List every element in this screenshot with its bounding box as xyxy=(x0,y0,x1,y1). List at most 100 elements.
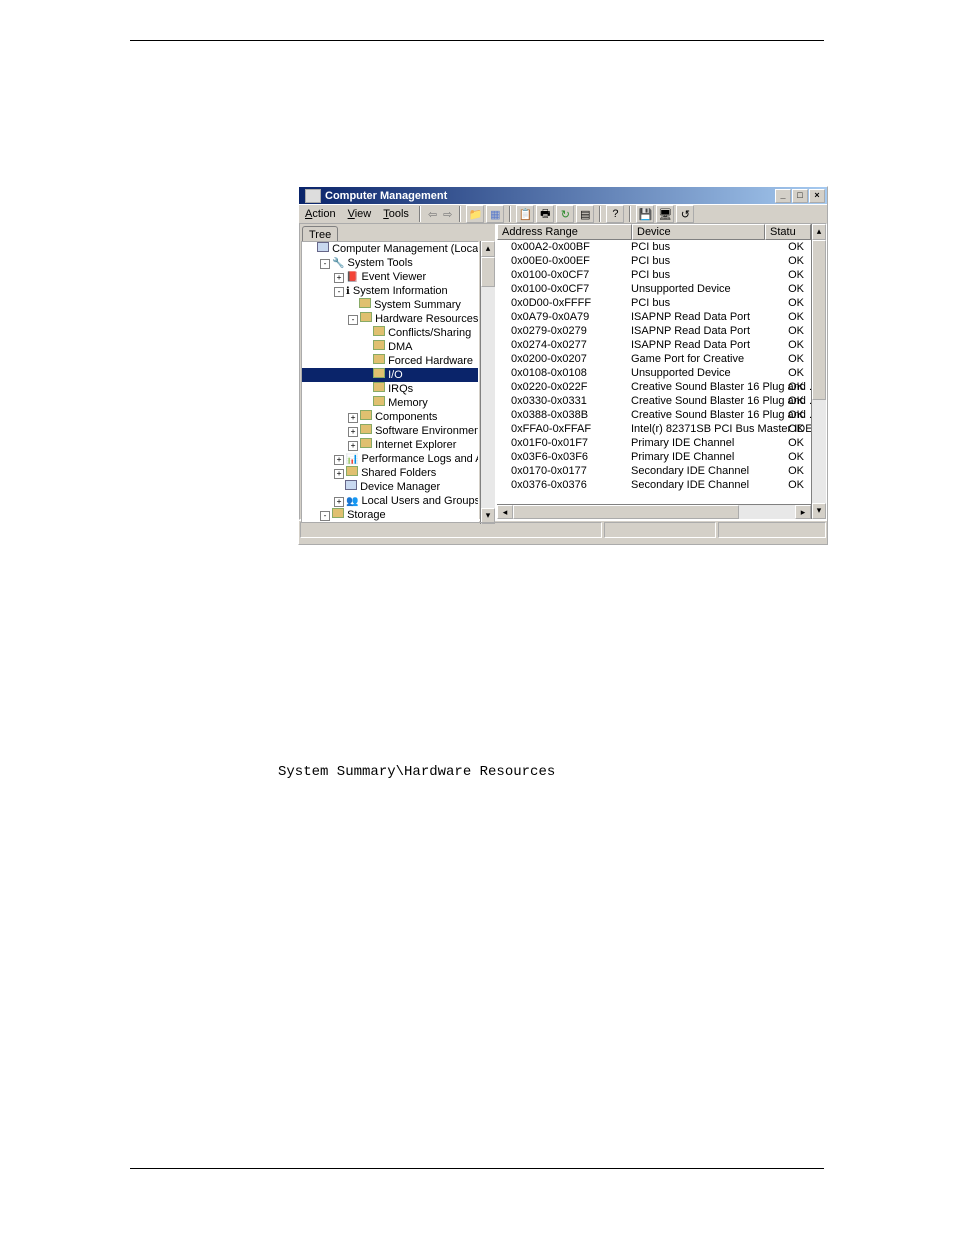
tree-item[interactable]: +📊 Performance Logs and Alerts xyxy=(302,452,478,466)
scroll-down-icon[interactable]: ▾ xyxy=(812,503,826,519)
menu-view[interactable]: View xyxy=(342,208,378,220)
expand-icon[interactable]: + xyxy=(334,273,344,283)
expand-icon[interactable]: + xyxy=(348,427,358,437)
tree-item[interactable]: Conflicts/Sharing xyxy=(302,326,478,340)
list-row[interactable]: 0x0100-0x0CF7Unsupported DeviceOK xyxy=(497,282,811,296)
up-folder-icon[interactable]: 📁 xyxy=(466,205,484,223)
horizontal-scrollbar[interactable]: ◂ ▸ xyxy=(497,504,811,519)
back-icon[interactable]: ⇦ xyxy=(428,208,437,221)
column-headers[interactable]: Address Range Device Statu xyxy=(497,224,811,240)
list-row[interactable]: 0x0D00-0xFFFFPCI busOK xyxy=(497,296,811,310)
list-row[interactable]: 0x01F0-0x01F7Primary IDE ChannelOK xyxy=(497,436,811,450)
tree-item[interactable]: -ℹ System Information xyxy=(302,284,478,298)
scroll-up-icon[interactable]: ▴ xyxy=(812,224,826,240)
tree-item[interactable]: Forced Hardware xyxy=(302,354,478,368)
print-icon[interactable]: 🖶 xyxy=(536,205,554,223)
cell-device: Intel(r) 82371SB PCI Bus Master IDE... xyxy=(631,422,774,436)
tree-item[interactable]: -🔧 System Tools xyxy=(302,256,478,270)
tree-item[interactable]: +👥 Local Users and Groups xyxy=(302,494,478,508)
sync-icon[interactable]: ↺ xyxy=(676,205,694,223)
list-row[interactable]: 0x0170-0x0177Secondary IDE ChannelOK xyxy=(497,464,811,478)
scroll-thumb[interactable] xyxy=(812,240,826,400)
maximize-button[interactable]: □ xyxy=(792,189,808,203)
connect-icon[interactable]: 🖥 xyxy=(656,205,674,223)
tree-item[interactable]: System Summary xyxy=(302,298,478,312)
scroll-left-icon[interactable]: ◂ xyxy=(497,505,513,519)
scroll-thumb[interactable] xyxy=(481,257,495,287)
scroll-track[interactable] xyxy=(481,257,495,508)
tree-item[interactable]: DMA xyxy=(302,340,478,354)
tree-item[interactable]: + Shared Folders xyxy=(302,466,478,480)
menu-tools[interactable]: Tools xyxy=(377,208,415,220)
tree-view[interactable]: Computer Management (Local)-🔧 System Too… xyxy=(301,241,479,523)
scroll-right-icon[interactable]: ▸ xyxy=(795,505,811,519)
refresh-icon[interactable]: ↻ xyxy=(556,205,574,223)
tree-item[interactable]: + Software Environment xyxy=(302,424,478,438)
cell-status: OK xyxy=(774,408,810,422)
tree-item[interactable]: - Hardware Resources xyxy=(302,312,478,326)
list-row[interactable]: 0x0A79-0x0A79ISAPNP Read Data PortOK xyxy=(497,310,811,324)
tree-item[interactable]: I/O xyxy=(302,368,478,382)
list-row[interactable]: 0x0388-0x038BCreative Sound Blaster 16 P… xyxy=(497,408,811,422)
cell-address: 0x0100-0x0CF7 xyxy=(497,268,631,282)
list-row[interactable]: 0x00A2-0x00BFPCI busOK xyxy=(497,240,811,254)
expand-icon[interactable]: + xyxy=(334,469,344,479)
help-icon[interactable]: ? xyxy=(606,205,624,223)
copy-icon[interactable]: 📋 xyxy=(516,205,534,223)
expand-icon[interactable]: + xyxy=(334,497,344,507)
scroll-track[interactable] xyxy=(812,240,826,503)
collapse-icon[interactable]: - xyxy=(334,287,344,297)
expand-icon[interactable]: + xyxy=(348,441,358,451)
tree-item[interactable]: + Components xyxy=(302,410,478,424)
collapse-icon[interactable]: - xyxy=(348,315,358,325)
collapse-icon[interactable]: - xyxy=(320,511,330,521)
window-titlebar[interactable]: Computer Management _ □ × xyxy=(299,187,827,204)
list-row[interactable]: 0x0376-0x0376Secondary IDE ChannelOK xyxy=(497,478,811,492)
save-icon[interactable]: 💾 xyxy=(636,205,654,223)
expand-icon[interactable]: + xyxy=(348,413,358,423)
menu-action[interactable]: Action xyxy=(299,208,342,220)
list-row[interactable]: 0x0100-0x0CF7PCI busOK xyxy=(497,268,811,282)
tree-item[interactable]: - Storage xyxy=(302,508,478,522)
list-row[interactable]: 0xFFA0-0xFFAFIntel(r) 82371SB PCI Bus Ma… xyxy=(497,422,811,436)
scroll-track[interactable] xyxy=(513,505,795,519)
toolbar-separator xyxy=(629,206,631,222)
expand-icon[interactable]: + xyxy=(334,455,344,465)
tree-item[interactable]: IRQs xyxy=(302,382,478,396)
list-scrollbar[interactable]: ▴ ▾ xyxy=(811,224,826,519)
scroll-up-icon[interactable]: ▴ xyxy=(481,241,495,257)
list-row[interactable]: 0x0200-0x0207Game Port for CreativeOK xyxy=(497,352,811,366)
close-button[interactable]: × xyxy=(809,189,825,203)
column-device[interactable]: Device xyxy=(632,224,765,240)
tree-tab[interactable]: Tree xyxy=(302,226,338,241)
export-icon[interactable]: ▤ xyxy=(576,205,594,223)
scroll-thumb[interactable] xyxy=(513,505,739,519)
properties-icon[interactable]: ▦ xyxy=(486,205,504,223)
column-address-range[interactable]: Address Range xyxy=(497,224,632,240)
list-row[interactable]: 0x03F6-0x03F6Primary IDE ChannelOK xyxy=(497,450,811,464)
list-row[interactable]: 0x0108-0x0108Unsupported DeviceOK xyxy=(497,366,811,380)
list-row[interactable]: 0x0274-0x0277ISAPNP Read Data PortOK xyxy=(497,338,811,352)
tree-item-label: Software Environment xyxy=(375,425,479,437)
tree-item[interactable]: + Internet Explorer xyxy=(302,438,478,452)
cell-status: OK xyxy=(774,464,810,478)
tree-scrollbar[interactable]: ▴ ▾ xyxy=(480,241,495,524)
forward-icon[interactable]: ⇨ xyxy=(443,208,452,221)
cell-status: OK xyxy=(774,450,810,464)
collapse-icon[interactable]: - xyxy=(320,259,330,269)
tree-item[interactable]: Memory xyxy=(302,396,478,410)
tree-item[interactable]: Device Manager xyxy=(302,480,478,494)
list-row[interactable]: 0x0220-0x022FCreative Sound Blaster 16 P… xyxy=(497,380,811,394)
minimize-button[interactable]: _ xyxy=(775,189,791,203)
list-view[interactable]: 0x00A2-0x00BFPCI busOK0x00E0-0x00EFPCI b… xyxy=(497,240,811,504)
tree-item[interactable]: +📕 Event Viewer xyxy=(302,270,478,284)
list-row[interactable]: 0x0330-0x0331Creative Sound Blaster 16 P… xyxy=(497,394,811,408)
tree-item[interactable]: Computer Management (Local) xyxy=(302,242,478,256)
list-row[interactable]: 0x0279-0x0279ISAPNP Read Data PortOK xyxy=(497,324,811,338)
list-row[interactable]: 0x00E0-0x00EFPCI busOK xyxy=(497,254,811,268)
tree-item-label: I/O xyxy=(388,369,403,381)
cell-status: OK xyxy=(774,436,810,450)
left-panel: Tree Computer Management (Local)-🔧 Syste… xyxy=(300,224,497,519)
cell-device: Primary IDE Channel xyxy=(631,450,774,464)
column-status[interactable]: Statu xyxy=(765,224,811,240)
